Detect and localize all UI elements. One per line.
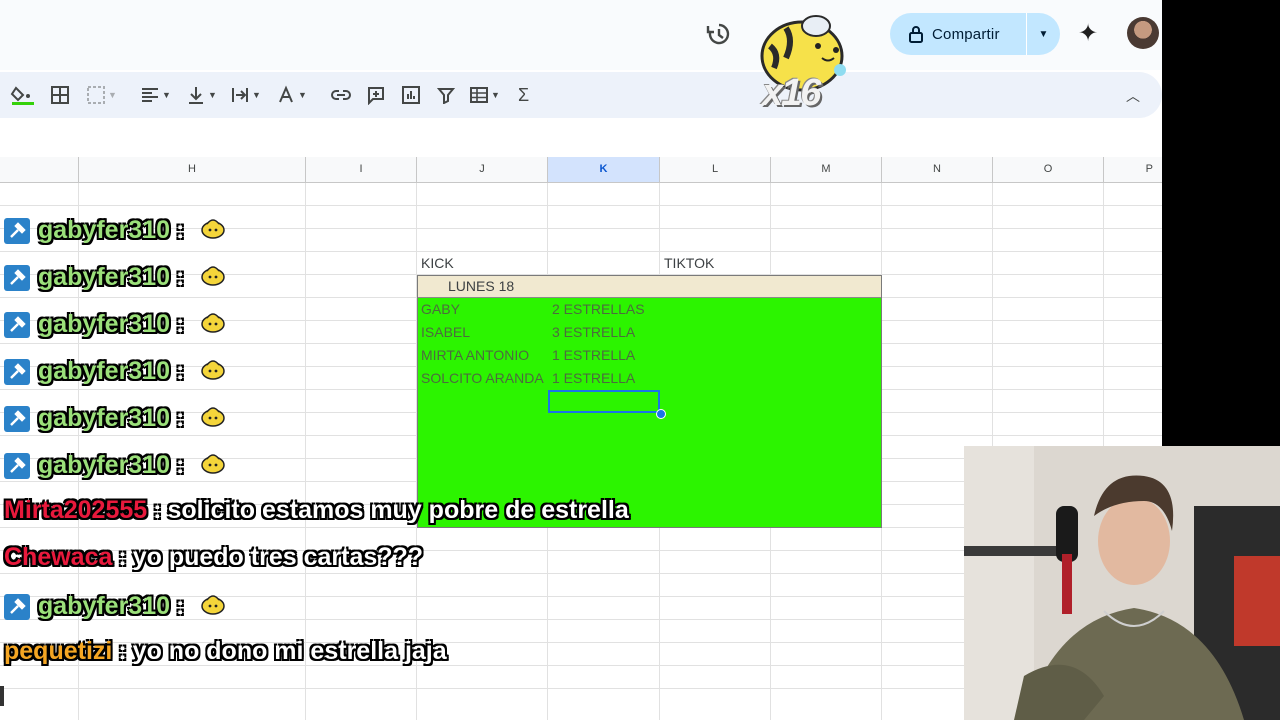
blob-emote-icon (192, 355, 226, 388)
table-view-icon[interactable]: ▼ (469, 84, 500, 106)
insert-link-icon[interactable] (330, 84, 352, 106)
blob-emote-icon (192, 214, 226, 247)
column-header-selected[interactable]: K (548, 157, 660, 182)
tiktok-label[interactable]: TIKTOK (664, 252, 714, 275)
chat-username: Chewaca (4, 543, 113, 571)
chat-message: Mirta202555: solicito estamos muy pobre d… (4, 496, 629, 525)
filter-icon[interactable] (437, 84, 455, 106)
name-cell[interactable]: ISABEL (421, 321, 470, 344)
chat-username: gabyfer310 (38, 216, 171, 244)
chat-message: Chewaca: yo puedo tres cartas??? (4, 543, 423, 572)
name-cell[interactable]: MIRTA ANTONIO (421, 344, 529, 367)
chat-separator: : (118, 543, 127, 571)
moderator-badge-icon (4, 217, 30, 244)
fill-color-icon[interactable] (10, 84, 36, 106)
stars-cell[interactable]: 1 ESTRELLA (552, 367, 635, 390)
column-header[interactable]: N (882, 157, 993, 182)
moderator-badge-icon (4, 452, 30, 479)
insert-chart-icon[interactable] (401, 84, 421, 106)
align-horizontal-icon[interactable]: ▼ (140, 84, 171, 106)
text-wrap-icon[interactable]: ▼ (230, 84, 261, 106)
chat-message: pequetizi: yo no dono mi estrella jaja (4, 637, 447, 666)
moderator-badge-icon (4, 405, 30, 432)
webcam-overlay (964, 446, 1280, 720)
column-header[interactable]: J (417, 157, 548, 182)
formatting-toolbar: ▼ ▼ ▼ ▼ ▼ ▼ Σ (0, 72, 1162, 118)
blob-emote-icon (192, 308, 226, 341)
avatar[interactable] (1127, 17, 1159, 49)
column-header-g[interactable] (0, 157, 79, 182)
chat-text: yo puedo tres cartas??? (132, 543, 424, 571)
name-cell[interactable]: GABY (421, 298, 460, 321)
chat-separator: : (118, 637, 127, 665)
chat-message: gabyfer310: (4, 308, 226, 341)
share-dropdown-icon[interactable]: ▼ (1027, 29, 1060, 40)
column-header[interactable]: P (1104, 157, 1162, 182)
chat-username: gabyfer310 (38, 451, 171, 479)
chat-separator: : (176, 357, 185, 385)
column-header[interactable]: M (771, 157, 882, 182)
chat-text: yo no dono mi estrella jaja (132, 637, 447, 665)
insert-comment-icon[interactable] (366, 84, 386, 106)
chat-username: gabyfer310 (38, 357, 171, 385)
chat-separator: : (176, 451, 185, 479)
chat-message: gabyfer310: (4, 590, 226, 623)
chat-username: pequetizi (4, 637, 113, 665)
functions-icon[interactable]: Σ (518, 84, 529, 106)
stars-cell[interactable]: 1 ESTRELLA (552, 344, 635, 367)
chat-username: gabyfer310 (38, 404, 171, 432)
chat-separator: : (176, 404, 185, 432)
share-main[interactable]: Compartir (890, 13, 1026, 55)
version-history-icon[interactable] (705, 20, 733, 53)
chat-message: gabyfer310: (4, 214, 226, 247)
column-header-row: H I J K L M N O P (0, 157, 1162, 183)
gemini-sparkle-icon[interactable]: ✦ (1078, 20, 1098, 48)
day-header[interactable]: LUNES 18 (448, 275, 514, 298)
column-header[interactable]: O (993, 157, 1104, 182)
blob-emote-icon (192, 449, 226, 482)
emote-multiplier: x16 (762, 72, 821, 114)
text-rotation-icon[interactable]: ▼ (276, 84, 307, 106)
stars-cell[interactable]: 3 ESTRELLA (552, 321, 635, 344)
column-header[interactable]: I (306, 157, 417, 182)
share-label: Compartir (932, 25, 1000, 43)
chat-username: gabyfer310 (38, 592, 171, 620)
merge-cells-icon[interactable]: ▼ (86, 84, 117, 106)
kick-label[interactable]: KICK (421, 252, 454, 275)
chat-text: solicito estamos muy pobre de estrella (167, 496, 629, 524)
moderator-badge-icon (4, 358, 30, 385)
chat-separator: : (176, 592, 185, 620)
fill-handle[interactable] (656, 409, 666, 419)
chat-separator: : (176, 310, 185, 338)
chat-username: gabyfer310 (38, 263, 171, 291)
chat-username: gabyfer310 (38, 310, 171, 338)
lock-icon (909, 26, 923, 43)
chat-separator: : (153, 496, 162, 524)
active-cell-selection[interactable] (548, 390, 660, 413)
chat-separator: : (176, 263, 185, 291)
name-cell[interactable]: SOLCITO ARANDA (421, 367, 544, 390)
align-vertical-icon[interactable]: ▼ (186, 84, 217, 106)
chat-username: Mirta202555 (4, 496, 148, 524)
chat-message: gabyfer310: (4, 449, 226, 482)
chat-separator: : (176, 216, 185, 244)
top-bar: Compartir ▼ ✦ (0, 0, 1162, 70)
share-button[interactable]: Compartir ▼ (890, 13, 1060, 55)
chat-message: gabyfer310: (4, 261, 226, 294)
column-header[interactable]: L (660, 157, 771, 182)
chat-message: gabyfer310: (4, 402, 226, 435)
moderator-badge-icon (4, 311, 30, 338)
blob-emote-icon (192, 590, 226, 623)
column-header[interactable]: H (79, 157, 306, 182)
moderator-badge-icon (4, 593, 30, 620)
webcam-feed-image (964, 446, 1280, 720)
blob-emote-icon (192, 402, 226, 435)
moderator-badge-icon (4, 264, 30, 291)
stars-cell[interactable]: 2 ESTRELLAS (552, 298, 645, 321)
collapse-toolbar-icon[interactable]: ︿ (1126, 86, 1140, 106)
borders-icon[interactable] (50, 84, 70, 106)
text-cursor (0, 686, 4, 706)
blob-emote-icon (192, 261, 226, 294)
chat-message: gabyfer310: (4, 355, 226, 388)
